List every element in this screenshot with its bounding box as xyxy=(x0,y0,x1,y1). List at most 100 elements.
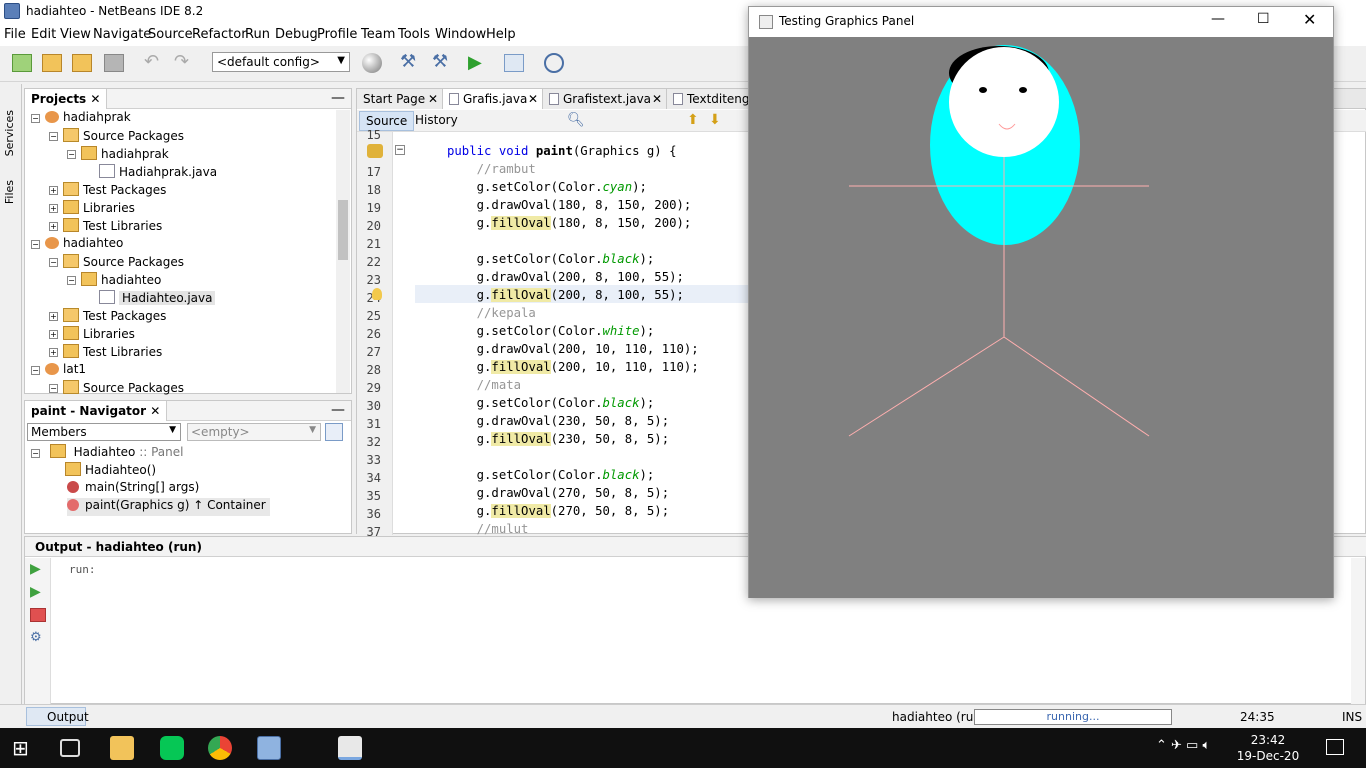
output-scrollbar[interactable] xyxy=(1351,558,1365,704)
stop-icon[interactable] xyxy=(30,608,46,622)
code-line[interactable]: //mulut xyxy=(447,522,529,536)
menu-team[interactable]: Team xyxy=(361,27,395,42)
code-line[interactable]: g.setColor(Color.cyan); xyxy=(447,180,647,194)
history-view-button[interactable]: History xyxy=(409,111,464,131)
project-tree-row[interactable]: − Source Packages xyxy=(49,254,184,272)
task-view-icon[interactable] xyxy=(60,739,80,757)
lightbulb-hint-icon[interactable] xyxy=(372,288,382,300)
members-filter[interactable]: Members ▼ xyxy=(27,423,181,441)
projects-scrollbar[interactable] xyxy=(336,110,350,393)
close-icon[interactable]: ✕ xyxy=(150,404,160,418)
expand-icon[interactable]: + xyxy=(49,348,58,357)
start-icon[interactable]: ⊞ xyxy=(12,736,36,760)
project-tree-row[interactable]: Hadiahteo.java xyxy=(99,290,216,308)
run-progress[interactable]: running... xyxy=(974,709,1172,725)
minimize-icon[interactable]: — xyxy=(331,90,345,106)
filter-options-icon[interactable] xyxy=(325,423,343,441)
notifications-icon[interactable] xyxy=(1326,739,1344,755)
maximize-button[interactable]: ☐ xyxy=(1257,11,1270,27)
project-tree-row[interactable]: − Source Packages xyxy=(49,128,184,146)
code-line[interactable]: g.drawOval(270, 50, 8, 5); xyxy=(447,486,670,500)
override-marker-icon[interactable] xyxy=(367,144,383,158)
chrome-icon[interactable] xyxy=(208,736,232,760)
web-browser-icon[interactable] xyxy=(362,53,382,73)
files-tab[interactable]: Files xyxy=(3,180,16,204)
menu-view[interactable]: View xyxy=(60,27,91,42)
menu-edit[interactable]: Edit xyxy=(31,27,56,42)
profile-icon[interactable] xyxy=(544,53,564,73)
tab-grafis[interactable]: Grafis.java ✕ xyxy=(443,89,543,109)
code-line[interactable]: g.fillOval(200, 10, 110, 110); xyxy=(447,360,699,374)
expand-icon[interactable]: + xyxy=(49,186,58,195)
collapse-icon[interactable]: − xyxy=(49,132,58,141)
build-icon[interactable]: ⚒ xyxy=(400,53,420,72)
project-tree-row[interactable]: + Libraries xyxy=(49,326,135,344)
clean-build-icon[interactable]: ⚒ xyxy=(432,53,452,72)
code-line[interactable]: g.drawOval(200, 10, 110, 110); xyxy=(447,342,699,356)
code-line[interactable]: g.setColor(Color.black); xyxy=(447,252,655,266)
code-line[interactable]: g.fillOval(180, 8, 150, 200); xyxy=(447,216,691,230)
menu-file[interactable]: File xyxy=(4,27,26,42)
expand-icon[interactable]: + xyxy=(49,222,58,231)
code-line[interactable]: g.drawOval(230, 50, 8, 5); xyxy=(447,414,670,428)
project-tree-row[interactable]: + Test Packages xyxy=(49,182,166,200)
settings-icon[interactable]: ⚙ xyxy=(30,631,46,645)
file-explorer-icon[interactable] xyxy=(110,736,134,760)
expand-icon[interactable]: + xyxy=(49,312,58,321)
close-icon[interactable]: ✕ xyxy=(90,92,100,106)
project-tree-row[interactable]: + Test Libraries xyxy=(49,218,162,236)
code-line[interactable]: g.fillOval(200, 8, 100, 55); xyxy=(447,288,684,302)
code-line[interactable]: g.fillOval(230, 50, 8, 5); xyxy=(447,432,669,446)
project-tree-row[interactable]: Hadiahprak.java xyxy=(99,164,217,182)
project-tree-row[interactable]: − hadiahteo xyxy=(31,236,123,254)
close-icon[interactable]: ✕ xyxy=(428,92,438,106)
open-project-icon[interactable] xyxy=(72,54,92,72)
system-tray[interactable]: ⌃ ✈ ▭ 🔈︎ xyxy=(1156,738,1210,753)
code-line[interactable]: g.setColor(Color.white); xyxy=(447,324,655,338)
redo-icon[interactable]: ↷ xyxy=(174,53,194,72)
expand-icon[interactable]: + xyxy=(49,204,58,213)
tab-start-page[interactable]: Start Page ✕ xyxy=(357,89,443,109)
menu-window[interactable]: Window xyxy=(435,27,486,42)
code-line[interactable]: g.drawOval(200, 8, 100, 55); xyxy=(447,270,684,284)
close-icon[interactable]: ✕ xyxy=(528,92,538,106)
menu-run[interactable]: Run xyxy=(245,27,270,42)
minimize-button[interactable]: — xyxy=(1211,11,1225,27)
empty-filter[interactable]: <empty> ▼ xyxy=(187,423,321,441)
rerun-config-icon[interactable]: ▶ xyxy=(30,585,46,599)
collapse-icon[interactable]: − xyxy=(31,366,40,375)
save-all-icon[interactable] xyxy=(104,54,124,72)
collapse-icon[interactable]: − xyxy=(67,276,76,285)
line-app-icon[interactable] xyxy=(160,736,184,760)
fold-collapse-icon[interactable]: − xyxy=(395,145,405,155)
tab-grafistext[interactable]: Grafistext.java ✕ xyxy=(543,89,667,109)
project-tree-row[interactable]: − lat1 xyxy=(31,362,86,380)
projects-tab[interactable]: Projects ✕ xyxy=(25,89,108,109)
menu-debug[interactable]: Debug xyxy=(275,27,318,42)
menu-source[interactable]: Source xyxy=(148,27,193,42)
nav-class-row[interactable]: − Hadiahteo :: Panel xyxy=(31,444,183,462)
collapse-icon[interactable]: − xyxy=(49,258,58,267)
run-icon[interactable]: ▶ xyxy=(468,54,488,72)
services-tab[interactable]: Services xyxy=(3,110,16,156)
project-tree-row[interactable]: − hadiahteo xyxy=(67,272,161,290)
menu-navigate[interactable]: Navigate xyxy=(93,27,151,42)
close-button[interactable]: ✕ xyxy=(1303,10,1316,29)
java-app-taskbar-icon[interactable] xyxy=(338,736,362,760)
close-icon[interactable]: ✕ xyxy=(652,92,662,106)
navigator-tab[interactable]: paint - Navigator ✕ xyxy=(25,401,168,421)
nav-member-row[interactable]: main(String[] args) xyxy=(67,480,199,498)
collapse-icon[interactable]: − xyxy=(31,114,40,123)
code-line[interactable]: g.drawOval(180, 8, 150, 200); xyxy=(447,198,692,212)
project-tree-row[interactable]: + Test Packages xyxy=(49,308,166,326)
expand-icon[interactable]: + xyxy=(49,330,58,339)
output-tab[interactable]: Output xyxy=(26,707,89,726)
new-project-icon[interactable] xyxy=(42,54,62,72)
toggle-bookmark-icon[interactable]: ⬆ xyxy=(687,112,699,128)
code-line[interactable]: g.setColor(Color.black); xyxy=(447,468,655,482)
graphics-window-titlebar[interactable]: Testing Graphics Panel — ☐ ✕ xyxy=(749,7,1333,37)
nav-member-row[interactable]: paint(Graphics g) ↑ Container xyxy=(67,498,270,516)
find-icon[interactable]: 🔍︎ xyxy=(567,112,585,128)
config-select[interactable]: <default config> ▼ xyxy=(212,52,350,72)
code-line[interactable]: //rambut xyxy=(447,162,536,176)
